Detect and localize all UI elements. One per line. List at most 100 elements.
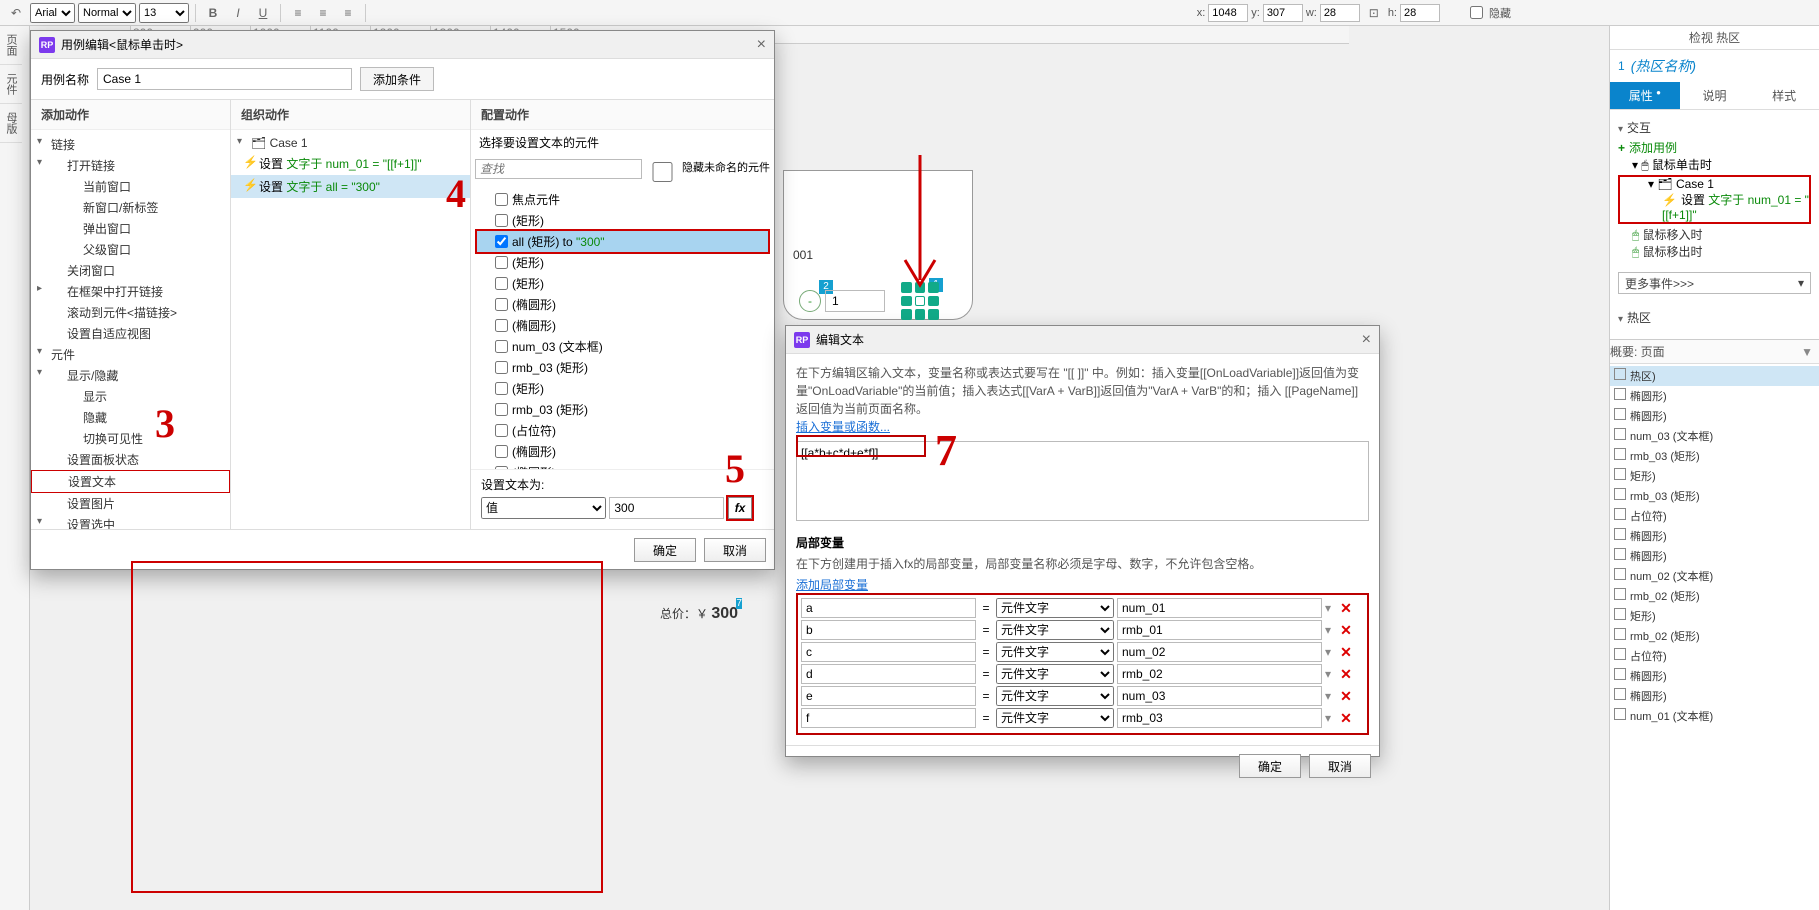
delete-var-icon[interactable]: ✕ xyxy=(1338,600,1354,617)
outline-item[interactable]: 椭圆形) xyxy=(1610,546,1819,566)
italic-icon[interactable]: I xyxy=(227,2,249,24)
widget-search-input[interactable] xyxy=(475,159,642,179)
widget-checkbox[interactable] xyxy=(495,214,508,227)
var-name-input[interactable] xyxy=(801,598,976,618)
outline-item[interactable]: 矩形) xyxy=(1610,466,1819,486)
var-widget-select[interactable] xyxy=(1117,642,1322,662)
outline-item[interactable]: num_01 (文本框) xyxy=(1610,706,1819,726)
widget-checkbox[interactable] xyxy=(495,193,508,206)
case-cancel-button[interactable]: 取消 xyxy=(704,538,766,562)
action-tree-item[interactable]: 设置面板状态 xyxy=(31,449,230,470)
insert-fn-link[interactable]: 插入变量或函数... xyxy=(796,420,890,434)
widget-checkbox[interactable] xyxy=(495,277,508,290)
align-center-icon[interactable]: ≡ xyxy=(312,2,334,24)
actions-tree[interactable]: 链接打开链接当前窗口新窗口/新标签弹出窗口父级窗口关闭窗口在框架中打开链接滚动到… xyxy=(31,130,230,529)
case-ok-button[interactable]: 确定 xyxy=(634,538,696,562)
hide-unnamed-checkbox[interactable] xyxy=(650,162,675,182)
edit-text-titlebar[interactable]: RP 编辑文本 × xyxy=(786,326,1379,354)
filter-icon[interactable]: ▼ xyxy=(1801,345,1819,359)
widget-row[interactable]: (椭圆形) xyxy=(477,441,768,462)
action-tree-item[interactable]: 设置图片 xyxy=(31,493,230,514)
action-tree-item[interactable]: 设置文本 xyxy=(31,470,230,493)
widget-checkbox[interactable] xyxy=(495,235,508,248)
var-type-select[interactable]: 元件文字 xyxy=(996,686,1114,706)
delete-var-icon[interactable]: ✕ xyxy=(1338,644,1354,661)
action-tree-item[interactable]: 关闭窗口 xyxy=(31,260,230,281)
rp-action[interactable]: ⚡设置 文字于 num_01 = "[[f+1]]" xyxy=(1620,191,1809,222)
org-case[interactable]: 🗂 Case 1 xyxy=(231,134,470,152)
fx-button[interactable]: fx xyxy=(728,497,752,519)
set-text-value-input[interactable] xyxy=(609,497,724,519)
w-input[interactable] xyxy=(1320,4,1360,22)
widget-row[interactable]: (椭圆形) xyxy=(477,294,768,315)
action-tree-item[interactable]: 新窗口/新标签 xyxy=(31,197,230,218)
delete-var-icon[interactable]: ✕ xyxy=(1338,622,1354,639)
close-icon[interactable]: × xyxy=(757,36,766,54)
h-input[interactable] xyxy=(1400,4,1440,22)
widget-row[interactable]: (矩形) xyxy=(477,273,768,294)
outline-list[interactable]: 热区)椭圆形)椭圆形)num_03 (文本框)rmb_03 (矩形)矩形)rmb… xyxy=(1610,364,1819,910)
var-type-select[interactable]: 元件文字 xyxy=(996,664,1114,684)
widget-checkbox[interactable] xyxy=(495,298,508,311)
fontsize-select[interactable]: 13 xyxy=(139,3,189,23)
delete-var-icon[interactable]: ✕ xyxy=(1338,710,1354,727)
widget-row[interactable]: (椭圆形) xyxy=(477,462,768,469)
org-action-2[interactable]: ⚡设置 文字于 all = "300" xyxy=(231,175,470,198)
action-tree-item[interactable]: 打开链接 xyxy=(31,155,230,176)
widget-checkbox[interactable] xyxy=(495,445,508,458)
qty-input[interactable]: 1 xyxy=(825,290,885,312)
event-enter[interactable]: 🖱 鼠标移入时 xyxy=(1618,226,1811,243)
widget-row[interactable]: (矩形) xyxy=(477,378,768,399)
var-type-select[interactable]: 元件文字 xyxy=(996,708,1114,728)
widget-checkbox[interactable] xyxy=(495,424,508,437)
outline-item[interactable]: 椭圆形) xyxy=(1610,666,1819,686)
widget-row[interactable]: (矩形) xyxy=(477,210,768,231)
outline-item[interactable]: rmb_03 (矩形) xyxy=(1610,446,1819,466)
widget-row[interactable]: rmb_03 (矩形) xyxy=(477,357,768,378)
event-click[interactable]: ▾ 🖱 鼠标单击时 xyxy=(1618,156,1811,173)
outline-item[interactable]: 椭圆形) xyxy=(1610,406,1819,426)
org-action-1[interactable]: ⚡设置 文字于 num_01 = "[[f+1]]" xyxy=(231,152,470,175)
undo-icon[interactable]: ↶ xyxy=(5,2,27,24)
minus-button[interactable]: - xyxy=(799,290,821,312)
more-events-dropdown[interactable]: 更多事件>>>▾ xyxy=(1618,272,1811,294)
align-left-icon[interactable]: ≡ xyxy=(287,2,309,24)
widget-row[interactable]: (矩形) xyxy=(477,252,768,273)
var-name-input[interactable] xyxy=(801,708,976,728)
tab-style[interactable]: 样式 xyxy=(1749,82,1819,109)
et-cancel-button[interactable]: 取消 xyxy=(1309,754,1371,778)
outline-item[interactable]: rmb_03 (矩形) xyxy=(1610,486,1819,506)
underline-icon[interactable]: U xyxy=(252,2,274,24)
widget-checkbox[interactable] xyxy=(495,319,508,332)
var-type-select[interactable]: 元件文字 xyxy=(996,620,1114,640)
bold-icon[interactable]: B xyxy=(202,2,224,24)
widget-checkbox[interactable] xyxy=(495,403,508,416)
rp-case-1[interactable]: ▾ 🗂 Case 1 xyxy=(1620,177,1809,191)
set-text-type-select[interactable]: 值 xyxy=(481,497,606,519)
action-tree-item[interactable]: 滚动到元件<描链接> xyxy=(31,302,230,323)
outline-item[interactable]: 椭圆形) xyxy=(1610,686,1819,706)
font-select[interactable]: Arial xyxy=(30,3,75,23)
outline-item[interactable]: 椭圆形) xyxy=(1610,386,1819,406)
tab-properties[interactable]: 属性 ● xyxy=(1610,82,1680,109)
close-icon[interactable]: × xyxy=(1362,331,1371,349)
var-name-input[interactable] xyxy=(801,642,976,662)
action-tree-item[interactable]: 弹出窗口 xyxy=(31,218,230,239)
add-local-link[interactable]: 添加局部变量 xyxy=(796,578,868,592)
outline-item[interactable]: 占位符) xyxy=(1610,646,1819,666)
widget-checkbox[interactable] xyxy=(495,340,508,353)
var-name-input[interactable] xyxy=(801,686,976,706)
var-widget-select[interactable] xyxy=(1117,708,1322,728)
delete-var-icon[interactable]: ✕ xyxy=(1338,666,1354,683)
var-widget-select[interactable] xyxy=(1117,664,1322,684)
action-tree-item[interactable]: 设置选中 xyxy=(31,514,230,529)
add-case-link[interactable]: 添加用例 xyxy=(1618,139,1811,156)
action-tree-item[interactable]: 在框架中打开链接 xyxy=(31,281,230,302)
left-tab-widgets[interactable]: 元件 xyxy=(0,65,22,104)
widget-row[interactable]: rmb_03 (矩形) xyxy=(477,399,768,420)
outline-item[interactable]: 热区) xyxy=(1610,366,1819,386)
hidden-checkbox[interactable] xyxy=(1470,6,1483,19)
action-tree-item[interactable]: 父级窗口 xyxy=(31,239,230,260)
outline-item[interactable]: 椭圆形) xyxy=(1610,526,1819,546)
ix-header[interactable]: 交互 xyxy=(1618,116,1811,139)
